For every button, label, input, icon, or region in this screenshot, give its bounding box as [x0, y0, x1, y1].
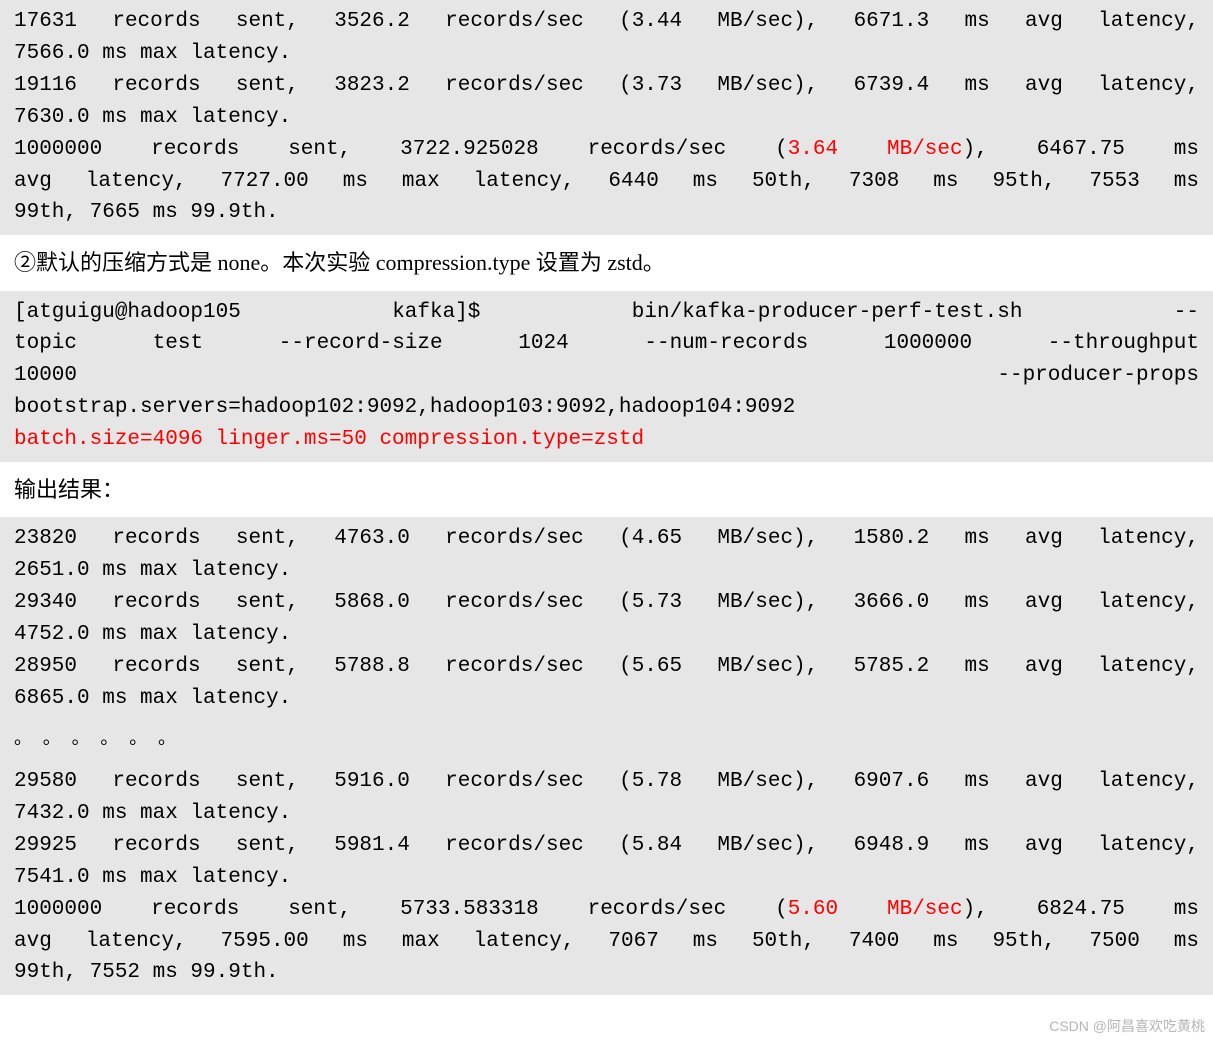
command-block: [atguigu@hadoop105 kafka]$ bin/kafka-pro… [0, 291, 1213, 463]
watermark: CSDN @阿昌喜欢吃黄桃 [1049, 1016, 1205, 1036]
output-line: 7630.0 ms max latency. [14, 102, 1199, 134]
output-line: 1000000 records sent, 5733.583318 record… [14, 894, 1199, 926]
output-line: 29925 records sent, 5981.4 records/sec (… [14, 830, 1199, 862]
paragraph-output-label: 输出结果： [0, 462, 1213, 517]
text: 10000 [14, 360, 77, 392]
output-line: 28950 records sent, 5788.8 records/sec (… [14, 651, 1199, 683]
output-line: 19116 records sent, 3823.2 records/sec (… [14, 70, 1199, 102]
highlight-throughput: 5.60 MB/sec [788, 898, 963, 921]
output-line: 17631 records sent, 3526.2 records/sec (… [14, 6, 1199, 38]
command-line: [atguigu@hadoop105 kafka]$ bin/kafka-pro… [14, 297, 1199, 329]
output-line: 7566.0 ms max latency. [14, 38, 1199, 70]
output-line: 2651.0 ms max latency. [14, 555, 1199, 587]
spacer [14, 754, 1199, 766]
output-line: 4752.0 ms max latency. [14, 619, 1199, 651]
output-block-2: 23820 records sent, 4763.0 records/sec (… [0, 517, 1213, 995]
output-line: 7432.0 ms max latency. [14, 798, 1199, 830]
text: 1000000 records sent, 5733.583318 record… [14, 898, 788, 921]
ellipsis-line: 。 。 。 。 。 。 [14, 727, 1199, 754]
output-line: 7541.0 ms max latency. [14, 862, 1199, 894]
command-highlight-params: batch.size=4096 linger.ms=50 compression… [14, 424, 1199, 456]
command-line: bootstrap.servers=hadoop102:9092,hadoop1… [14, 392, 1199, 424]
command-line: topic test --record-size 1024 --num-reco… [14, 328, 1199, 360]
text: ), 6824.75 ms [963, 898, 1199, 921]
output-line: avg latency, 7727.00 ms max latency, 644… [14, 166, 1199, 198]
output-line: 1000000 records sent, 3722.925028 record… [14, 134, 1199, 166]
highlight-throughput: 3.64 MB/sec [788, 138, 963, 161]
output-block-1: 17631 records sent, 3526.2 records/sec (… [0, 0, 1213, 235]
text: --producer-props [997, 360, 1199, 392]
command-line: 10000 --producer-props [14, 360, 1199, 392]
output-line: 29340 records sent, 5868.0 records/sec (… [14, 587, 1199, 619]
output-line: 99th, 7665 ms 99.9th. [14, 197, 1199, 229]
spacer [14, 715, 1199, 727]
paragraph-compression-note: ②默认的压缩方式是 none。本次实验 compression.type 设置为… [0, 235, 1213, 290]
output-line: 29580 records sent, 5916.0 records/sec (… [14, 766, 1199, 798]
output-line: 6865.0 ms max latency. [14, 683, 1199, 715]
output-line: 23820 records sent, 4763.0 records/sec (… [14, 523, 1199, 555]
output-line: 99th, 7552 ms 99.9th. [14, 957, 1199, 989]
text: 1000000 records sent, 3722.925028 record… [14, 138, 788, 161]
output-line: avg latency, 7595.00 ms max latency, 706… [14, 926, 1199, 958]
text: ), 6467.75 ms [963, 138, 1199, 161]
